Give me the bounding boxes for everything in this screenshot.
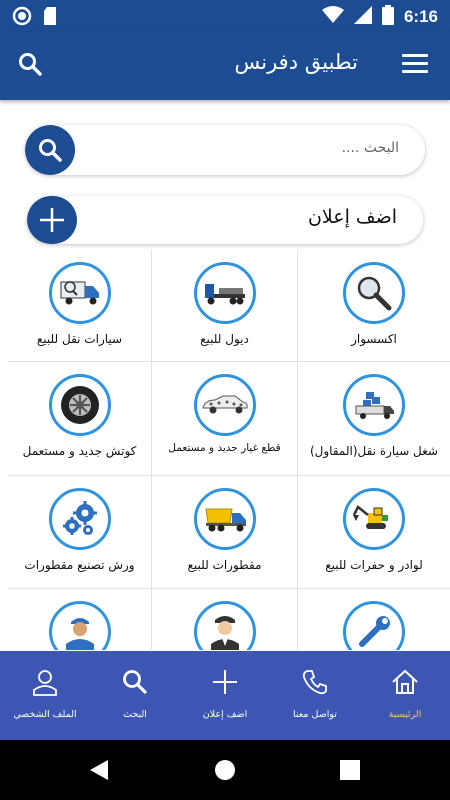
search-icon: [39, 139, 62, 162]
category-item[interactable]: [8, 589, 152, 650]
delivery-truck-icon: [343, 374, 405, 436]
system-nav-bar: [0, 740, 450, 800]
category-item[interactable]: سيارات نقل للبيع: [8, 250, 152, 362]
category-label: اكسسوار: [351, 332, 397, 346]
home-button-icon[interactable]: [214, 759, 236, 785]
category-item[interactable]: ديول للبيع: [152, 250, 298, 362]
category-label: لوادر و حفرات للبيع: [325, 558, 423, 572]
page-title: تطبيق دفرنس: [234, 50, 358, 74]
hamburger-menu-icon[interactable]: [402, 54, 428, 76]
category-item[interactable]: لوادر و حفرات للبيع: [298, 476, 450, 589]
wrench-icon: [343, 601, 405, 650]
category-label: ديول للبيع: [200, 332, 249, 346]
category-item[interactable]: [298, 589, 450, 650]
add-listing-bar[interactable]: اضف إعلان: [27, 196, 423, 244]
spare-parts-car-icon: [193, 374, 256, 436]
category-label: كوتش جديد و مستعمل: [22, 444, 137, 458]
nav-item-search[interactable]: البحث: [90, 651, 180, 740]
plus-icon: [210, 667, 240, 697]
category-label: سيارات نقل للبيع: [36, 332, 123, 346]
category-item[interactable]: مقطورات للبيع: [152, 476, 298, 589]
driver-icon: [193, 601, 256, 650]
wifi-icon: [321, 6, 344, 28]
sd-card-icon: [42, 6, 58, 30]
category-item[interactable]: اكسسوار: [298, 250, 450, 362]
category-label: مقطورات للبيع: [187, 558, 262, 572]
status-bar: 6:16: [0, 0, 450, 32]
dump-truck-icon: [193, 488, 256, 550]
category-label: قطع غيار جديد و مستعمل: [168, 442, 281, 454]
search-icon[interactable]: [18, 52, 42, 80]
bottom-nav: الرئيسية تواصل معنا اضف إعلان البحث المل…: [0, 651, 450, 740]
truck-search-icon: [48, 262, 111, 324]
search-bar: البحث ....: [25, 125, 425, 175]
nav-item-home[interactable]: الرئيسية: [360, 651, 450, 740]
search-button[interactable]: [25, 125, 75, 175]
category-label: ورش تصنيع مقطورات: [24, 558, 135, 572]
add-listing-button[interactable]: [27, 196, 77, 244]
nav-label: الملف الشخصي: [13, 709, 77, 720]
category-item[interactable]: كوتش جديد و مستعمل: [8, 362, 152, 476]
search-icon: [120, 667, 150, 697]
nav-label: تواصل معنا: [293, 709, 337, 720]
category-grid: اكسسوار ديول للبيع سيارات نقل للبيع شغل …: [0, 250, 450, 650]
nav-item-contact[interactable]: تواصل معنا: [270, 651, 360, 740]
category-item[interactable]: [152, 589, 298, 650]
search-input[interactable]: البحث ....: [342, 140, 399, 156]
excavator-icon: [343, 488, 405, 550]
back-icon[interactable]: [88, 758, 110, 786]
recents-icon[interactable]: [340, 760, 360, 784]
nav-item-add[interactable]: اضف إعلان: [180, 651, 270, 740]
tire-icon: [48, 374, 111, 436]
category-label: شغل سيارة نقل(المقاول): [309, 444, 438, 458]
category-item[interactable]: ورش تصنيع مقطورات: [8, 476, 152, 589]
phone-icon: [300, 667, 330, 697]
nav-label: اضف إعلان: [202, 709, 248, 720]
signal-icon: [353, 6, 372, 28]
battery-icon: [381, 5, 394, 29]
profile-icon: [30, 667, 60, 697]
add-listing-label: اضف إعلان: [307, 206, 397, 228]
flatbed-truck-icon: [193, 262, 256, 324]
plus-icon: [40, 208, 64, 232]
gears-icon: [48, 488, 111, 550]
category-item[interactable]: شغل سيارة نقل(المقاول): [298, 362, 450, 476]
record-icon: [12, 6, 32, 30]
app-bar: تطبيق دفرنس: [0, 32, 450, 100]
nav-label: البحث: [123, 709, 147, 720]
magnifier-icon: [343, 262, 405, 324]
nav-label: الرئيسية: [388, 709, 422, 720]
nav-item-profile[interactable]: الملف الشخصي: [0, 651, 90, 740]
category-item[interactable]: قطع غيار جديد و مستعمل: [152, 362, 298, 476]
mechanic-icon: [48, 601, 111, 650]
status-time: 6:16: [403, 7, 438, 26]
home-icon: [390, 667, 420, 697]
